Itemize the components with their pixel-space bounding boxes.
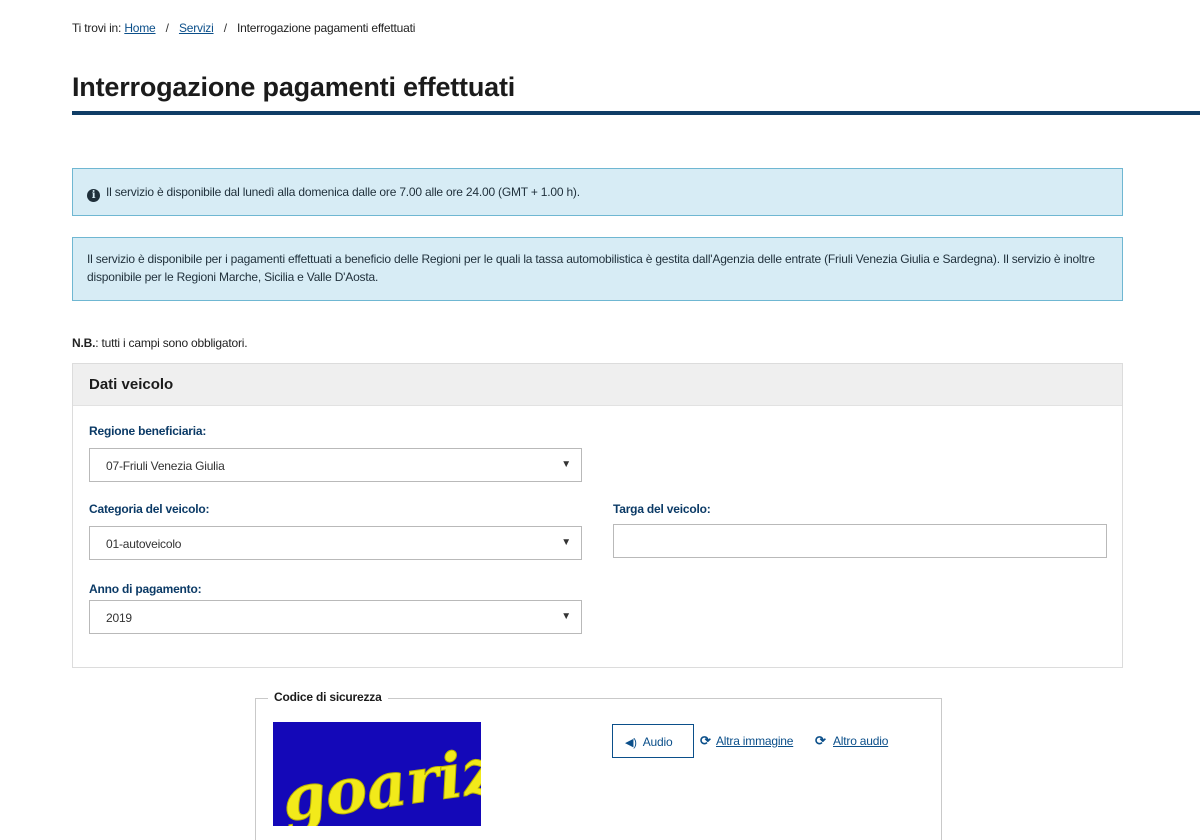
anno-selected-value: 2019 (106, 611, 132, 625)
note-bold: N.B. (72, 336, 96, 350)
categoria-label: Categoria del veicolo: (89, 502, 210, 516)
chevron-down-icon: ▼ (561, 537, 571, 548)
regions-alert: Il servizio è disponibile per i pagament… (72, 237, 1123, 301)
anno-label: Anno di pagamento: (89, 582, 202, 596)
categoria-select[interactable]: 01-autoveicolo ▼ (89, 526, 582, 560)
captcha-image: goarizu (273, 722, 481, 826)
info-circle-icon: i (87, 189, 100, 202)
other-image-link[interactable]: Altra immagine (716, 734, 793, 748)
breadcrumb-current: Interrogazione pagamenti effettuati (236, 21, 416, 35)
breadcrumb-separator: / (165, 21, 169, 35)
chevron-down-icon: ▼ (561, 459, 571, 470)
other-audio-link[interactable]: Altro audio (833, 734, 888, 748)
breadcrumb-prefix: Ti trovi in: (72, 21, 122, 35)
note-text: : tutti i campi sono obbligatori. (95, 336, 248, 350)
regione-selected-value: 07-Friuli Venezia Giulia (106, 459, 225, 473)
vehicle-data-panel: Dati veicolo Regione beneficiaria: 07-Fr… (72, 363, 1123, 668)
anno-select[interactable]: 2019 ▼ (89, 600, 582, 634)
categoria-selected-value: 01-autoveicolo (106, 537, 182, 551)
regions-text: Il servizio è disponibile per i pagament… (87, 252, 1095, 284)
audio-label: Audio (642, 735, 673, 749)
breadcrumb: Ti trovi in: Home / Servizi / Interrogaz… (72, 21, 415, 35)
targa-input[interactable] (613, 524, 1107, 558)
captcha-legend: Codice di sicurezza (268, 690, 388, 704)
availability-text: Il servizio è disponibile dal lunedì all… (106, 185, 580, 199)
audio-button[interactable]: ◀︎) Audio (612, 724, 694, 758)
targa-label: Targa del veicolo: (613, 502, 711, 516)
speaker-icon: ◀︎) (625, 737, 637, 749)
page-title: Interrogazione pagamenti effettuati (72, 72, 516, 102)
title-underline (72, 111, 1200, 115)
regione-label: Regione beneficiaria: (89, 424, 207, 438)
required-fields-note: N.B.: tutti i campi sono obbligatori. (72, 336, 248, 350)
regione-select[interactable]: 07-Friuli Venezia Giulia ▼ (89, 448, 582, 482)
chevron-down-icon: ▼ (561, 611, 571, 622)
breadcrumb-link-servizi[interactable]: Servizi (179, 21, 214, 35)
captcha-graphic: goarizu (277, 727, 481, 826)
refresh-icon: ⟳ (815, 733, 826, 748)
captcha-text: goarizu (277, 727, 481, 826)
panel-title: Dati veicolo (73, 364, 1122, 406)
availability-alert: i Il servizio è disponibile dal lunedì al… (72, 168, 1123, 216)
refresh-icon: ⟳ (700, 733, 711, 748)
breadcrumb-link-home[interactable]: Home (124, 21, 155, 35)
breadcrumb-separator: / (223, 21, 227, 35)
